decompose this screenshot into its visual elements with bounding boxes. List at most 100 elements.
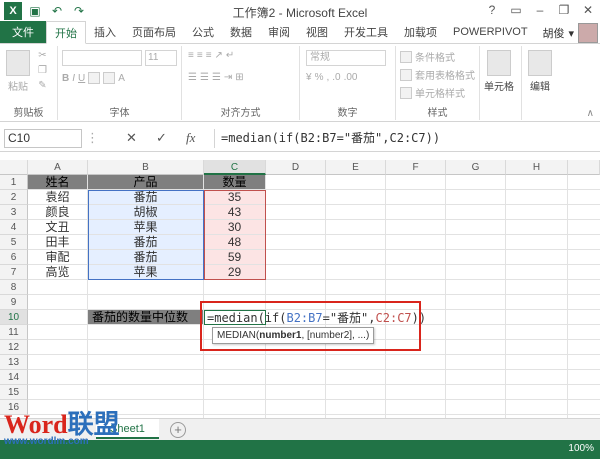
currency-icon[interactable]: ¥	[306, 72, 312, 83]
align-middle-icon[interactable]: ≡	[197, 50, 203, 61]
table-cell[interactable]: 胡椒	[88, 205, 204, 220]
select-all-corner[interactable]	[0, 160, 28, 175]
tab-developer[interactable]: 开发工具	[336, 21, 396, 43]
table-cell[interactable]: 30	[204, 220, 266, 235]
col-header-b[interactable]: B	[88, 160, 204, 175]
table-cell[interactable]: 35	[204, 190, 266, 205]
table-cell[interactable]: 高览	[28, 265, 88, 280]
italic-icon[interactable]: I	[72, 73, 75, 84]
close-icon[interactable]: ✕	[576, 0, 600, 20]
col-header-e[interactable]: E	[326, 160, 386, 175]
align-right-icon[interactable]: ☰	[212, 72, 221, 83]
format-as-table-button[interactable]: 套用表格格式	[400, 67, 475, 82]
merge-icon[interactable]: ⊞	[235, 72, 243, 83]
col-header-h[interactable]: H	[506, 160, 568, 175]
row-header[interactable]: 14	[0, 370, 28, 385]
row-header[interactable]: 1	[0, 175, 28, 190]
orientation-icon[interactable]: ↗	[215, 50, 223, 61]
restore-icon[interactable]: ❐	[552, 0, 576, 20]
row-header[interactable]: 7	[0, 265, 28, 280]
table-cell[interactable]: 颜良	[28, 205, 88, 220]
number-format-select[interactable]: 常规	[306, 50, 386, 66]
table-cell[interactable]: 29	[204, 265, 266, 280]
border-icon[interactable]	[88, 72, 101, 84]
copy-icon[interactable]: ❐	[38, 65, 47, 76]
minimize-icon[interactable]: –	[528, 0, 552, 20]
table-cell[interactable]: 审配	[28, 250, 88, 265]
tab-review[interactable]: 审阅	[260, 21, 298, 43]
format-painter-icon[interactable]: ✎	[38, 80, 46, 91]
table-cell[interactable]: 番茄	[88, 235, 204, 250]
table-cell[interactable]: 苹果	[88, 265, 204, 280]
median-label-cell[interactable]: 番茄的数量中位数	[88, 310, 204, 325]
row-header[interactable]: 12	[0, 340, 28, 355]
decrease-decimal-icon[interactable]: .00	[344, 72, 358, 83]
conditional-format-button[interactable]: 条件格式	[400, 49, 455, 64]
table-header-cell[interactable]: 数量	[204, 175, 266, 190]
table-cell[interactable]: 番茄	[88, 250, 204, 265]
col-header-g[interactable]: G	[446, 160, 506, 175]
table-cell[interactable]: 袁绍	[28, 190, 88, 205]
tab-data[interactable]: 数据	[222, 21, 260, 43]
row-header[interactable]: 5	[0, 235, 28, 250]
row-header[interactable]: 6	[0, 250, 28, 265]
tab-powerpivot[interactable]: POWERPIVOT	[445, 21, 536, 43]
name-box[interactable]: C10	[4, 129, 82, 148]
insert-function-icon[interactable]: fx	[186, 130, 195, 146]
increase-decimal-icon[interactable]: .0	[332, 72, 340, 83]
row-header[interactable]: 3	[0, 205, 28, 220]
cells-button[interactable]: 单元格	[484, 50, 514, 93]
wrap-text-icon[interactable]: ↵	[226, 50, 234, 61]
table-header-cell[interactable]: 产品	[88, 175, 204, 190]
cut-icon[interactable]: ✂	[38, 50, 46, 61]
align-left-icon[interactable]: ☰	[188, 72, 197, 83]
row-header[interactable]: 4	[0, 220, 28, 235]
tooltip-function[interactable]: MEDIAN(	[217, 330, 259, 341]
table-cell[interactable]: 苹果	[88, 220, 204, 235]
table-cell[interactable]: 田丰	[28, 235, 88, 250]
row-header[interactable]: 8	[0, 280, 28, 295]
table-cell[interactable]: 48	[204, 235, 266, 250]
cancel-icon[interactable]: ✕	[126, 130, 137, 146]
row-header[interactable]: 2	[0, 190, 28, 205]
collapse-ribbon-icon[interactable]: ∧	[587, 108, 594, 119]
formula-input[interactable]: =median(if(B2:B7="番茄",C2:C7))	[214, 129, 596, 148]
col-header-a[interactable]: A	[28, 160, 88, 175]
tab-insert[interactable]: 插入	[86, 21, 124, 43]
tab-file[interactable]: 文件	[0, 21, 46, 43]
row-header[interactable]: 9	[0, 295, 28, 310]
tab-home[interactable]: 开始	[46, 21, 86, 44]
underline-icon[interactable]: U	[78, 73, 85, 84]
tab-view[interactable]: 视图	[298, 21, 336, 43]
align-bottom-icon[interactable]: ≡	[206, 50, 212, 61]
font-size-input[interactable]: 11	[145, 50, 177, 66]
tab-page-layout[interactable]: 页面布局	[124, 21, 184, 43]
row-header[interactable]: 13	[0, 355, 28, 370]
ribbon-display-icon[interactable]: ▭	[504, 0, 528, 20]
table-cell[interactable]: 59	[204, 250, 266, 265]
zoom-level[interactable]: 100%	[568, 443, 594, 454]
paste-button[interactable]: 粘贴	[6, 50, 30, 93]
add-sheet-icon[interactable]: +	[170, 422, 186, 438]
table-cell[interactable]: 文丑	[28, 220, 88, 235]
tab-formulas[interactable]: 公式	[184, 21, 222, 43]
font-name-input[interactable]	[62, 50, 142, 66]
fill-color-icon[interactable]	[103, 72, 116, 84]
font-color-icon[interactable]: A	[118, 73, 125, 84]
editing-button[interactable]: 编辑	[528, 50, 552, 93]
row-header[interactable]: 10	[0, 310, 28, 325]
active-cell-editor[interactable]: =median(if(B2:B7="番茄",C2:C7))	[204, 310, 426, 325]
comma-icon[interactable]: ,	[326, 72, 329, 83]
table-header-cell[interactable]: 姓名	[28, 175, 88, 190]
help-icon[interactable]: ?	[480, 0, 504, 20]
user-account[interactable]: 胡俊 ▾	[542, 23, 600, 43]
cell-styles-button[interactable]: 单元格样式	[400, 85, 465, 100]
tab-add-ins[interactable]: 加载项	[396, 21, 445, 43]
col-header-d[interactable]: D	[266, 160, 326, 175]
enter-icon[interactable]: ✓	[156, 130, 167, 146]
table-cell[interactable]: 番茄	[88, 190, 204, 205]
align-top-icon[interactable]: ≡	[188, 50, 194, 61]
row-header[interactable]: 11	[0, 325, 28, 340]
col-header-f[interactable]: F	[386, 160, 446, 175]
col-header-c[interactable]: C	[204, 160, 266, 175]
